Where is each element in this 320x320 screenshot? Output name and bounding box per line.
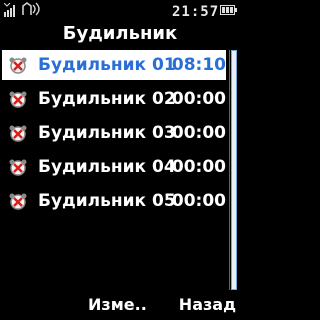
alarm-time: 00:00 bbox=[171, 191, 226, 211]
alarm-label: Будильник 02 bbox=[38, 89, 176, 109]
alarm-row-03[interactable]: Будильник 03 00:00 bbox=[2, 118, 226, 148]
scrollbar[interactable] bbox=[229, 50, 238, 290]
softkey-bar: Изме.. Назад bbox=[0, 290, 240, 320]
status-bar: 21:57 bbox=[0, 0, 240, 22]
battery-icon bbox=[220, 5, 237, 15]
clock-time: 21:57 bbox=[172, 4, 220, 20]
alarm-off-icon bbox=[9, 193, 27, 210]
edit-softkey[interactable]: Изме.. bbox=[88, 294, 147, 316]
alarm-row-04[interactable]: Будильник 04 00:00 bbox=[2, 152, 226, 182]
alarm-label: Будильник 04 bbox=[38, 157, 176, 177]
alarm-row-01[interactable]: Будильник 01 08:10 bbox=[2, 50, 226, 80]
alarm-label: Будильник 01 bbox=[38, 55, 176, 75]
alarm-off-icon bbox=[9, 159, 27, 176]
alarm-row-02[interactable]: Будильник 02 00:00 bbox=[2, 84, 226, 114]
alarm-off-icon bbox=[9, 57, 27, 74]
alarm-time: 00:00 bbox=[171, 123, 226, 143]
network-icon bbox=[22, 2, 40, 16]
alarm-label: Будильник 05 bbox=[38, 191, 176, 211]
alarm-time: 00:00 bbox=[171, 157, 226, 177]
alarm-time: 08:10 bbox=[171, 55, 226, 75]
back-softkey[interactable]: Назад bbox=[179, 294, 236, 316]
alarm-off-icon bbox=[9, 91, 27, 108]
scrollbar-thumb[interactable] bbox=[231, 50, 237, 290]
alarm-time: 00:00 bbox=[171, 89, 226, 109]
page-title: Будильник bbox=[62, 23, 178, 44]
alarm-label: Будильник 03 bbox=[38, 123, 176, 143]
alarm-off-icon bbox=[9, 125, 27, 142]
alarm-row-05[interactable]: Будильник 05 00:00 bbox=[2, 186, 226, 216]
signal-bars-icon bbox=[4, 3, 15, 17]
